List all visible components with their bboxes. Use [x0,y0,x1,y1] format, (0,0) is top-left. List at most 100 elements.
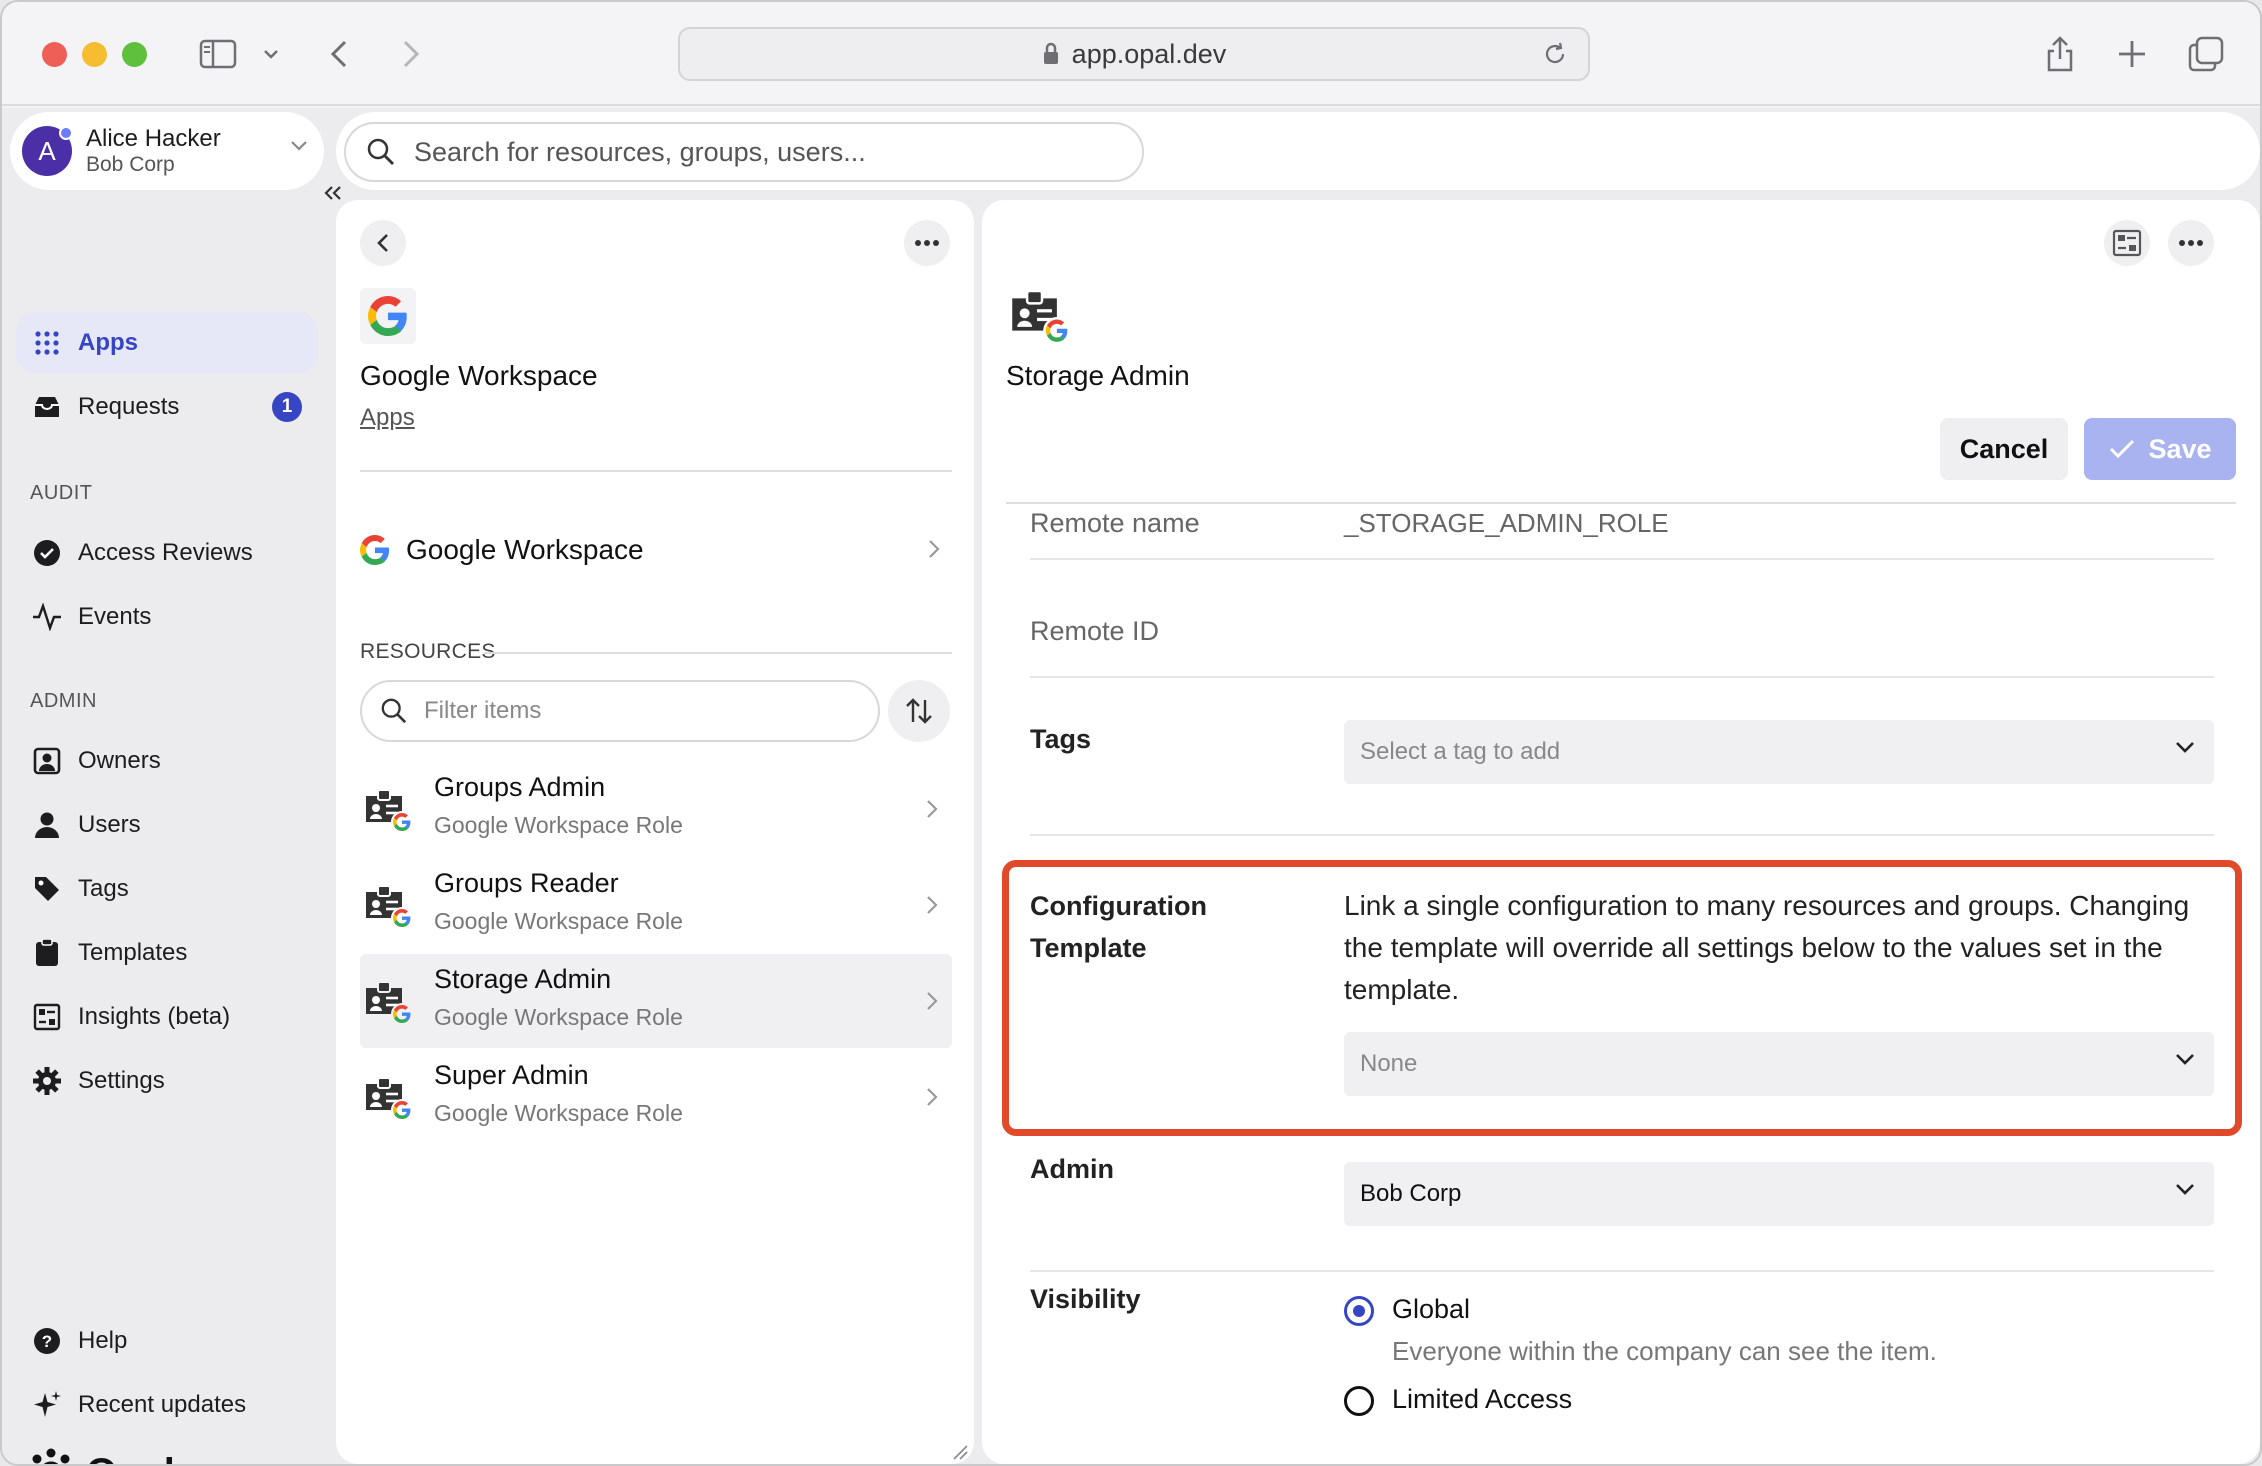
sidebar-item-tags[interactable]: Tags [16,858,318,920]
resource-list-item[interactable]: Groups Admin Google Workspace Role [360,762,952,856]
sidebar-item-recent-updates[interactable]: Recent updates [16,1374,318,1436]
app-title: Google Workspace [360,360,598,391]
sidebar-item-help[interactable]: ? Help [16,1310,318,1372]
resources-section-label: RESOURCES [360,640,496,663]
role-icon [364,882,416,937]
resource-detail-panel: Storage Admin Cancel Save Remote name _S… [982,200,2260,1464]
remote-name-label: Remote name [1030,508,1200,538]
visibility-global-description: Everyone within the company can see the … [1392,1336,1937,1366]
chevron-down-icon [2174,1182,2196,1196]
admin-label: Admin [1030,1154,1114,1184]
app-resources-panel: Google Workspace Apps Google Workspace R… [336,200,974,1464]
divider [1030,676,2214,678]
admin-select[interactable]: Bob Corp [1344,1162,2214,1226]
resource-list-item[interactable]: Groups Reader Google Workspace Role [360,858,952,952]
grid-icon [32,328,62,358]
config-template-select[interactable]: None [1344,1032,2214,1096]
filter-items-input[interactable]: Filter items [360,680,880,742]
share-icon[interactable] [2040,30,2080,78]
sidebar-item-users[interactable]: Users [16,794,318,856]
role-icon [364,978,416,1033]
sidebar-item-label: Apps [78,329,138,356]
back-button[interactable] [360,220,406,266]
tags-select[interactable]: Select a tag to add [1344,720,2214,784]
opal-logo-text: Opal [86,1451,175,1465]
insights-icon [2112,229,2142,257]
divider [1030,1270,2214,1272]
sparkle-icon [32,1390,62,1420]
sidebar-item-label: Help [78,1327,128,1354]
resource-list-item[interactable]: Super Admin Google Workspace Role [360,1050,952,1144]
chevron-down-icon [2174,740,2196,754]
user-icon [32,810,62,840]
search-placeholder: Search for resources, groups, users... [414,136,866,167]
config-template-label-line2: Template [1030,933,1147,963]
tags-label: Tags [1030,724,1092,754]
app-row-label: Google Workspace [406,534,644,565]
tag-icon [32,874,62,904]
status-dot [59,126,73,140]
visibility-global-radio[interactable] [1344,1296,1374,1326]
ellipsis-icon [2179,240,2203,246]
chevron-right-icon [926,990,938,1012]
help-icon: ? [32,1326,62,1356]
forward-icon[interactable] [394,30,428,78]
sort-button[interactable] [888,680,950,742]
sidebar-item-templates[interactable]: Templates [16,922,318,984]
more-options-button[interactable] [904,220,950,266]
filter-placeholder: Filter items [424,697,542,724]
reload-icon[interactable] [1542,41,1568,67]
minimize-window-button[interactable] [82,42,107,67]
sidebar-item-label: Users [78,811,141,838]
divider [1030,558,2214,560]
sidebar-item-label: Requests [78,393,180,420]
browser-toolbar: app.opal.dev [2,2,2260,106]
opal-logo: Opal [26,1448,175,1465]
back-icon[interactable] [322,30,356,78]
chevron-down-icon[interactable] [256,30,286,78]
close-window-button[interactable] [42,42,67,67]
new-tab-icon[interactable] [2112,30,2152,78]
view-toggle-button[interactable] [2104,220,2150,266]
top-bar: Search for resources, groups, users... [336,112,2260,190]
config-template-description: Link a single configuration to many reso… [1344,890,2190,1005]
avatar: A [22,126,73,176]
address-bar[interactable]: app.opal.dev [678,27,1590,81]
app-row[interactable]: Google Workspace [360,520,952,580]
tab-overview-icon[interactable] [2186,30,2226,78]
sidebar-item-apps[interactable]: Apps [16,312,318,374]
sidebar-item-access-reviews[interactable]: Access Reviews [16,522,318,584]
breadcrumb-apps-link[interactable]: Apps [360,404,415,432]
detail-form-scroll[interactable]: Remote name _STORAGE_ADMIN_ROLE Remote I… [982,504,2260,1464]
sidebar-item-label: Recent updates [78,1391,247,1418]
check-icon [2108,438,2136,460]
zoom-window-button[interactable] [122,42,147,67]
visibility-limited-radio[interactable] [1344,1386,1374,1416]
search-icon [380,697,408,725]
opal-logo-icon [32,1448,70,1464]
resize-handle-icon[interactable] [952,1444,968,1460]
sidebar-item-insights[interactable]: Insights (beta) [16,986,318,1048]
role-icon [364,786,416,841]
cancel-button[interactable]: Cancel [1940,418,2068,480]
sidebar-item-settings[interactable]: Settings [16,1050,318,1112]
google-logo-icon [360,288,416,344]
resource-type: Google Workspace Role [434,1100,683,1126]
save-button[interactable]: Save [2084,418,2236,480]
more-options-button[interactable] [2168,220,2214,266]
sidebar: Apps Requests 1 AUDIT Access Reviews Eve… [2,200,328,1465]
owner-icon [32,746,62,776]
global-search-input[interactable]: Search for resources, groups, users... [344,122,1144,182]
account-switcher[interactable]: A Alice Hacker Bob Corp [10,112,324,190]
tags-placeholder: Select a tag to add [1360,738,1561,765]
role-icon [364,1074,416,1129]
sidebar-item-requests[interactable]: Requests 1 [16,376,318,438]
resource-name: Storage Admin [434,964,612,994]
resource-list-item-selected[interactable]: Storage Admin Google Workspace Role [360,954,952,1048]
chevron-right-icon [926,894,938,916]
resource-type: Google Workspace Role [434,1004,683,1030]
requests-count-badge: 1 [272,392,302,422]
sidebar-item-events[interactable]: Events [16,586,318,648]
sidebar-item-owners[interactable]: Owners [16,730,318,792]
sidebar-toggle-icon[interactable] [196,30,240,78]
